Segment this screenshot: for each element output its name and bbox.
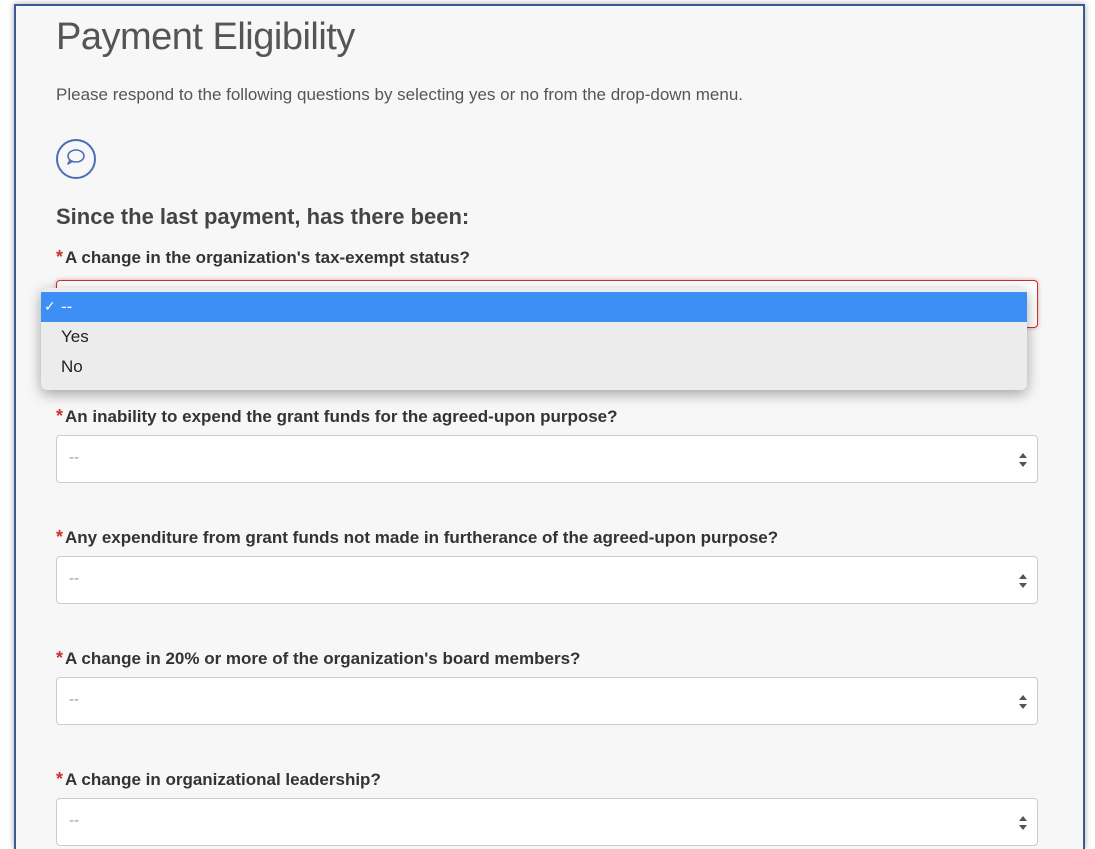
select-leadership-change[interactable]: -- (56, 798, 1038, 846)
question-label-expenditure-not-furtherance: * Any expenditure from grant funds not ma… (56, 527, 779, 547)
select-value: -- (69, 691, 79, 708)
select-value: -- (69, 570, 79, 587)
select-arrows-icon (1019, 572, 1027, 590)
intro-text: Please respond to the following question… (56, 85, 744, 104)
required-marker: * (56, 769, 64, 789)
question-label-board-change: * A change in 20% or more of the organiza… (56, 648, 581, 668)
payment-eligibility-panel: Payment Eligibility Please respond to th… (14, 4, 1085, 849)
select-board-change[interactable]: -- (56, 677, 1038, 725)
dropdown-option-yes[interactable]: Yes (41, 322, 1027, 352)
required-marker: * (56, 648, 64, 668)
select-arrows-icon (1019, 693, 1027, 711)
question-label-expend-inability: * An inability to expend the grant funds … (56, 406, 618, 426)
question-label-leadership-change: * A change in organizational leadership? (56, 769, 381, 789)
comment-button[interactable] (56, 139, 96, 179)
dropdown-option-blank[interactable]: ✓ -- (41, 292, 1027, 322)
select-expenditure-not-furtherance[interactable]: -- (56, 556, 1038, 604)
section-heading: Since the last payment, has there been: (56, 204, 470, 229)
required-marker: * (56, 247, 64, 267)
checkmark-icon: ✓ (44, 298, 56, 314)
required-marker: * (56, 406, 64, 426)
question-label-tax-exempt: * A change in the organization's tax-exem… (56, 247, 470, 267)
required-marker: * (56, 527, 64, 547)
dropdown-menu-tax-exempt: ✓ -- Yes No (41, 288, 1027, 390)
select-arrows-icon (1019, 814, 1027, 832)
select-arrows-icon (1019, 451, 1027, 469)
select-expend-inability[interactable]: -- (56, 435, 1038, 483)
page-title: Payment Eligibility (56, 16, 355, 58)
select-value: -- (69, 449, 79, 466)
dropdown-option-no[interactable]: No (41, 352, 1027, 382)
comment-icon (65, 147, 87, 172)
select-value: -- (69, 812, 79, 829)
